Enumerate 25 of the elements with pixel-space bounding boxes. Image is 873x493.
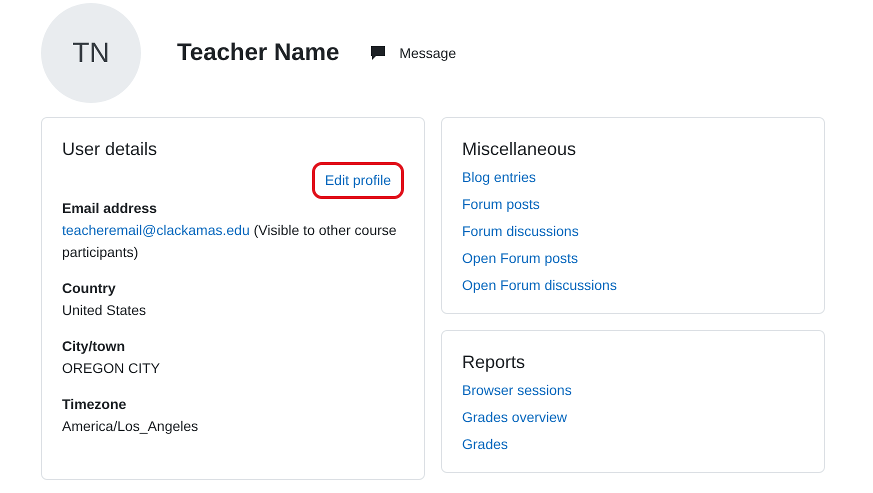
- speech-bubble-icon: [370, 45, 386, 61]
- card-link[interactable]: Forum discussions: [462, 220, 579, 242]
- card-title: User details: [62, 138, 158, 160]
- edit-profile-link[interactable]: Edit profile: [312, 162, 404, 199]
- message-link[interactable]: Message: [370, 42, 456, 64]
- field-value: United States: [62, 301, 148, 320]
- card-link[interactable]: Blog entries: [462, 166, 536, 188]
- card-link[interactable]: Open Forum discussions: [462, 274, 617, 296]
- card-title: Miscellaneous: [462, 138, 578, 160]
- field-label: City/town: [62, 337, 126, 356]
- field-label: Country: [62, 279, 117, 298]
- user-name: Teacher Name: [177, 38, 340, 68]
- card-link[interactable]: Browser sessions: [462, 379, 572, 401]
- card-link[interactable]: Forum posts: [462, 193, 540, 215]
- card-link[interactable]: Grades: [462, 433, 508, 455]
- field-label: Timezone: [62, 395, 128, 414]
- card-link[interactable]: Open Forum posts: [462, 247, 578, 269]
- email-link[interactable]: teacheremail@clackamas.edu: [62, 222, 250, 238]
- card-title: Reports: [462, 351, 526, 373]
- avatar: TN: [41, 3, 141, 103]
- card-link[interactable]: Grades overview: [462, 406, 568, 428]
- field-value: teacheremail@clackamas.edu (Visible to other course participants): [62, 221, 398, 262]
- field-label: Email address: [62, 199, 158, 218]
- field-value: America/Los_Angeles: [62, 417, 200, 436]
- field-value: OREGON CITY: [62, 359, 162, 378]
